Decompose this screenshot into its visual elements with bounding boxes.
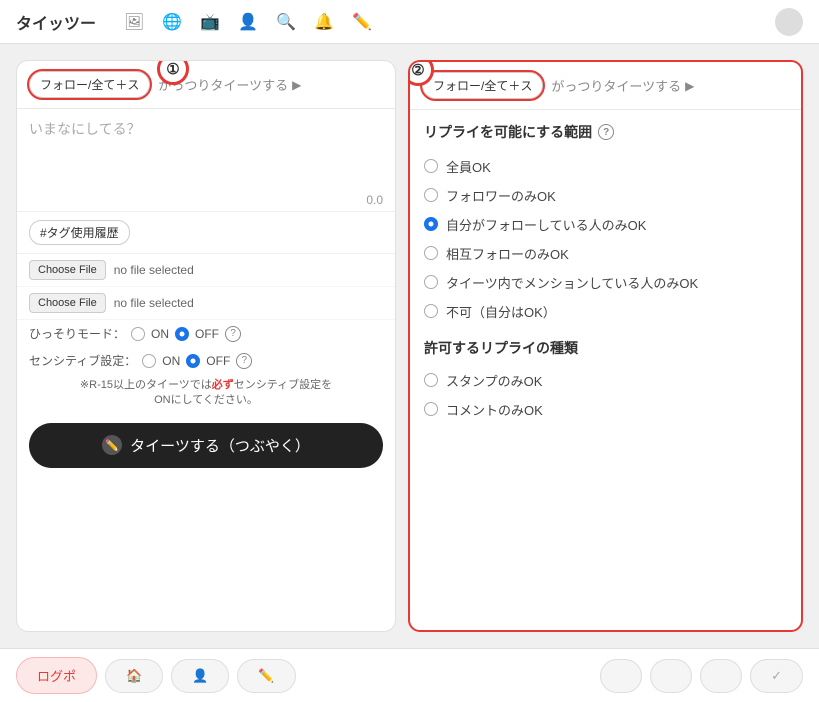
user-icon[interactable]: 👤 (238, 12, 258, 32)
sensitive-off-radio[interactable] (186, 354, 200, 368)
bottom-right-btn-2[interactable] (650, 659, 692, 693)
sensitive-label: センシティブ設定： (29, 352, 136, 369)
choose-file-2-button[interactable]: Choose File (29, 293, 106, 313)
type-radio-0[interactable] (424, 373, 438, 387)
hissori-row: ひっそりモード： ON OFF ? (17, 320, 395, 347)
reply-option-4[interactable]: タイーツ内でメンションしている人のみOK (424, 268, 787, 297)
warning-text: ※R-15以上のタイーツでは必ずセンシティブ設定をONにしてください。 (17, 374, 395, 415)
file-row-2: Choose File no file selected (17, 287, 395, 320)
right-follow-all-button[interactable]: フォロー/全て＋ス (422, 72, 543, 99)
main-area: ① フォロー/全て＋ス がっつりタイーツする ▶ いまなにしてる？ 0.0 #タ… (0, 44, 819, 648)
left-panel-header: フォロー/全て＋ス がっつりタイーツする ▶ (17, 61, 395, 109)
hissori-on-radio[interactable] (131, 327, 145, 341)
right-panel: ② フォロー/全て＋ス がっつりタイーツする ▶ リプライを可能にする範囲 ? … (408, 60, 803, 632)
section2-title: 許可するリプライの種類 (424, 338, 787, 358)
bottom-right-btn-3[interactable] (700, 659, 742, 693)
reply-option-5[interactable]: 不可（自分はOK） (424, 297, 787, 326)
sensitive-help-icon[interactable]: ? (236, 353, 252, 369)
choose-file-1-button[interactable]: Choose File (29, 260, 106, 280)
pencil-submit-icon: ✏️ (102, 435, 122, 455)
hissori-help-icon[interactable]: ? (225, 326, 241, 342)
arrow-right-icon: ▶ (292, 78, 301, 92)
right-panel-content: リプライを可能にする範囲 ? 全員OK フォロワーのみOK 自分がフォローしてい… (410, 110, 801, 628)
home-button[interactable]: 🏠 (105, 659, 163, 693)
reply-radio-4[interactable] (424, 275, 438, 289)
profile-button[interactable]: 👤 (171, 659, 229, 693)
follow-all-button[interactable]: フォロー/全て＋ス (29, 71, 150, 98)
right-panel-header: フォロー/全て＋ス がっつりタイーツする ▶ (410, 62, 801, 110)
section1-title: リプライを可能にする範囲 ? (424, 122, 787, 142)
hashtag-area: #タグ使用履歴 (17, 212, 395, 254)
bottom-right-btn-1[interactable] (600, 659, 642, 693)
file-2-status: no file selected (114, 296, 194, 310)
video-icon[interactable]: 📺 (200, 12, 220, 32)
sensitive-row: センシティブ設定： ON OFF ? (17, 347, 395, 374)
type-option-0[interactable]: スタンプのみOK (424, 366, 787, 395)
submit-btn-label: タイーツする（つぶやく） (130, 435, 310, 456)
user-bottom-icon: 👤 (192, 668, 208, 683)
reply-radio-5[interactable] (424, 304, 438, 318)
tweet-counter: 0.0 (17, 189, 395, 212)
top-nav: タイッツー 🖼 🌐 📺 👤 🔍 🔔 ✏️ (0, 0, 819, 44)
search-icon[interactable]: 🔍 (276, 12, 296, 32)
logopo-button[interactable]: ログポ (16, 657, 97, 694)
hashtag-button[interactable]: #タグ使用履歴 (29, 220, 130, 245)
reply-radio-0[interactable] (424, 159, 438, 173)
hissori-off-label: OFF (195, 327, 219, 341)
edit-bottom-icon: ✏️ (258, 668, 274, 683)
file-row-1: Choose File no file selected (17, 254, 395, 287)
reply-option-1[interactable]: フォロワーのみOK (424, 181, 787, 210)
tweet-area[interactable]: いまなにしてる？ (17, 109, 395, 189)
tweet-submit-button[interactable]: ✏️ タイーツする（つぶやく） (29, 423, 383, 468)
sensitive-on-label: ON (162, 354, 180, 368)
globe-icon[interactable]: 🌐 (162, 12, 182, 32)
pencil-nav-icon[interactable]: ✏️ (352, 12, 372, 32)
hissori-off-radio[interactable] (175, 327, 189, 341)
reply-radio-1[interactable] (424, 188, 438, 202)
hissori-on-label: ON (151, 327, 169, 341)
compose-button[interactable]: ✏️ (237, 659, 295, 693)
sensitive-off-label: OFF (206, 354, 230, 368)
bottom-right-buttons: ✓ (600, 659, 803, 693)
bottom-right-check-btn[interactable]: ✓ (750, 659, 803, 693)
sensitive-on-radio[interactable] (142, 354, 156, 368)
hissori-label: ひっそりモード： (29, 325, 125, 342)
right-arrow-icon: ▶ (685, 79, 694, 93)
type-option-1[interactable]: コメントのみOK (424, 395, 787, 424)
app-logo: タイッツー (16, 10, 96, 34)
reply-option-2[interactable]: 自分がフォローしている人のみOK (424, 210, 787, 239)
tweet-placeholder: いまなにしてる？ (29, 121, 141, 137)
reply-radio-2[interactable] (424, 217, 438, 231)
nav-right (775, 8, 803, 36)
reply-radio-3[interactable] (424, 246, 438, 260)
bottom-nav: ログポ 🏠 👤 ✏️ ✓ (0, 648, 819, 702)
file-1-status: no file selected (114, 263, 194, 277)
nav-icons: 🖼 🌐 📺 👤 🔍 🔔 ✏️ (124, 12, 372, 32)
reply-option-3[interactable]: 相互フォローのみOK (424, 239, 787, 268)
left-panel: ① フォロー/全て＋ス がっつりタイーツする ▶ いまなにしてる？ 0.0 #タ… (16, 60, 396, 632)
home-icon: 🏠 (126, 668, 142, 683)
avatar[interactable] (775, 8, 803, 36)
reply-range-help-icon[interactable]: ? (598, 124, 614, 140)
bell-icon[interactable]: 🔔 (314, 12, 334, 32)
reply-option-0[interactable]: 全員OK (424, 152, 787, 181)
right-gatten-button[interactable]: がっつりタイーツする ▶ (551, 76, 694, 95)
image-icon[interactable]: 🖼 (124, 12, 144, 32)
type-radio-1[interactable] (424, 402, 438, 416)
